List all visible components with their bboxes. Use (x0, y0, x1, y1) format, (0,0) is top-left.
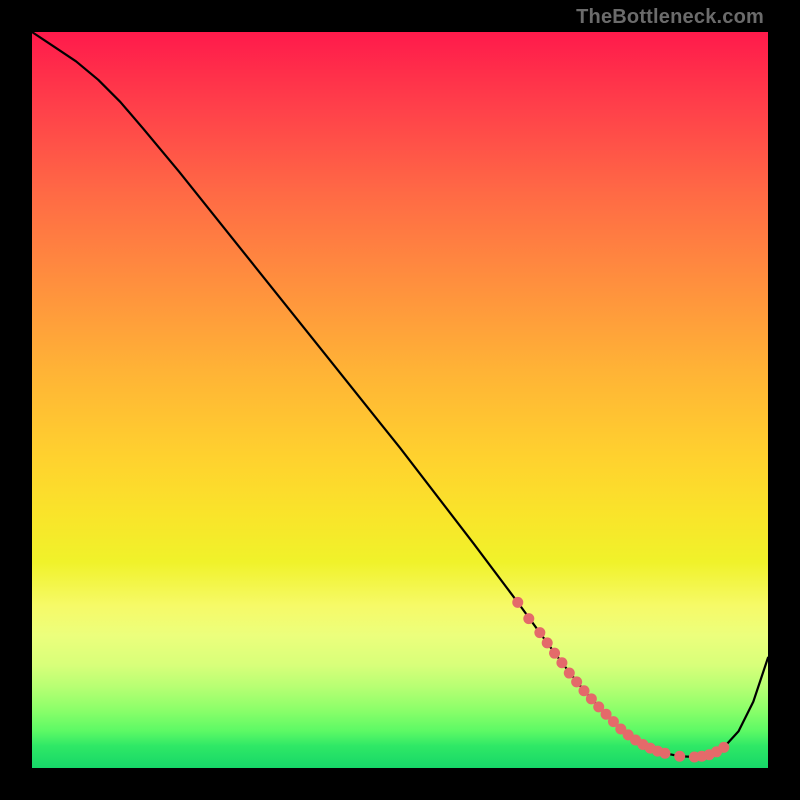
plot-area (32, 32, 768, 768)
highlight-dots-group (512, 597, 729, 763)
watermark-text: TheBottleneck.com (576, 6, 764, 29)
curve-layer (32, 32, 768, 768)
highlight-dot (586, 693, 597, 704)
highlight-dot (556, 657, 567, 668)
highlight-dot (674, 751, 685, 762)
highlight-dot (718, 742, 729, 753)
chart-frame: TheBottleneck.com (0, 0, 800, 800)
highlight-dot (542, 637, 553, 648)
highlight-dot (564, 668, 575, 679)
highlight-dot (571, 676, 582, 687)
highlight-dot (659, 748, 670, 759)
highlight-dot (523, 613, 534, 624)
bottleneck-curve (32, 32, 768, 757)
highlight-dot (512, 597, 523, 608)
highlight-dot (549, 648, 560, 659)
highlight-dot (534, 627, 545, 638)
highlight-dot (579, 685, 590, 696)
